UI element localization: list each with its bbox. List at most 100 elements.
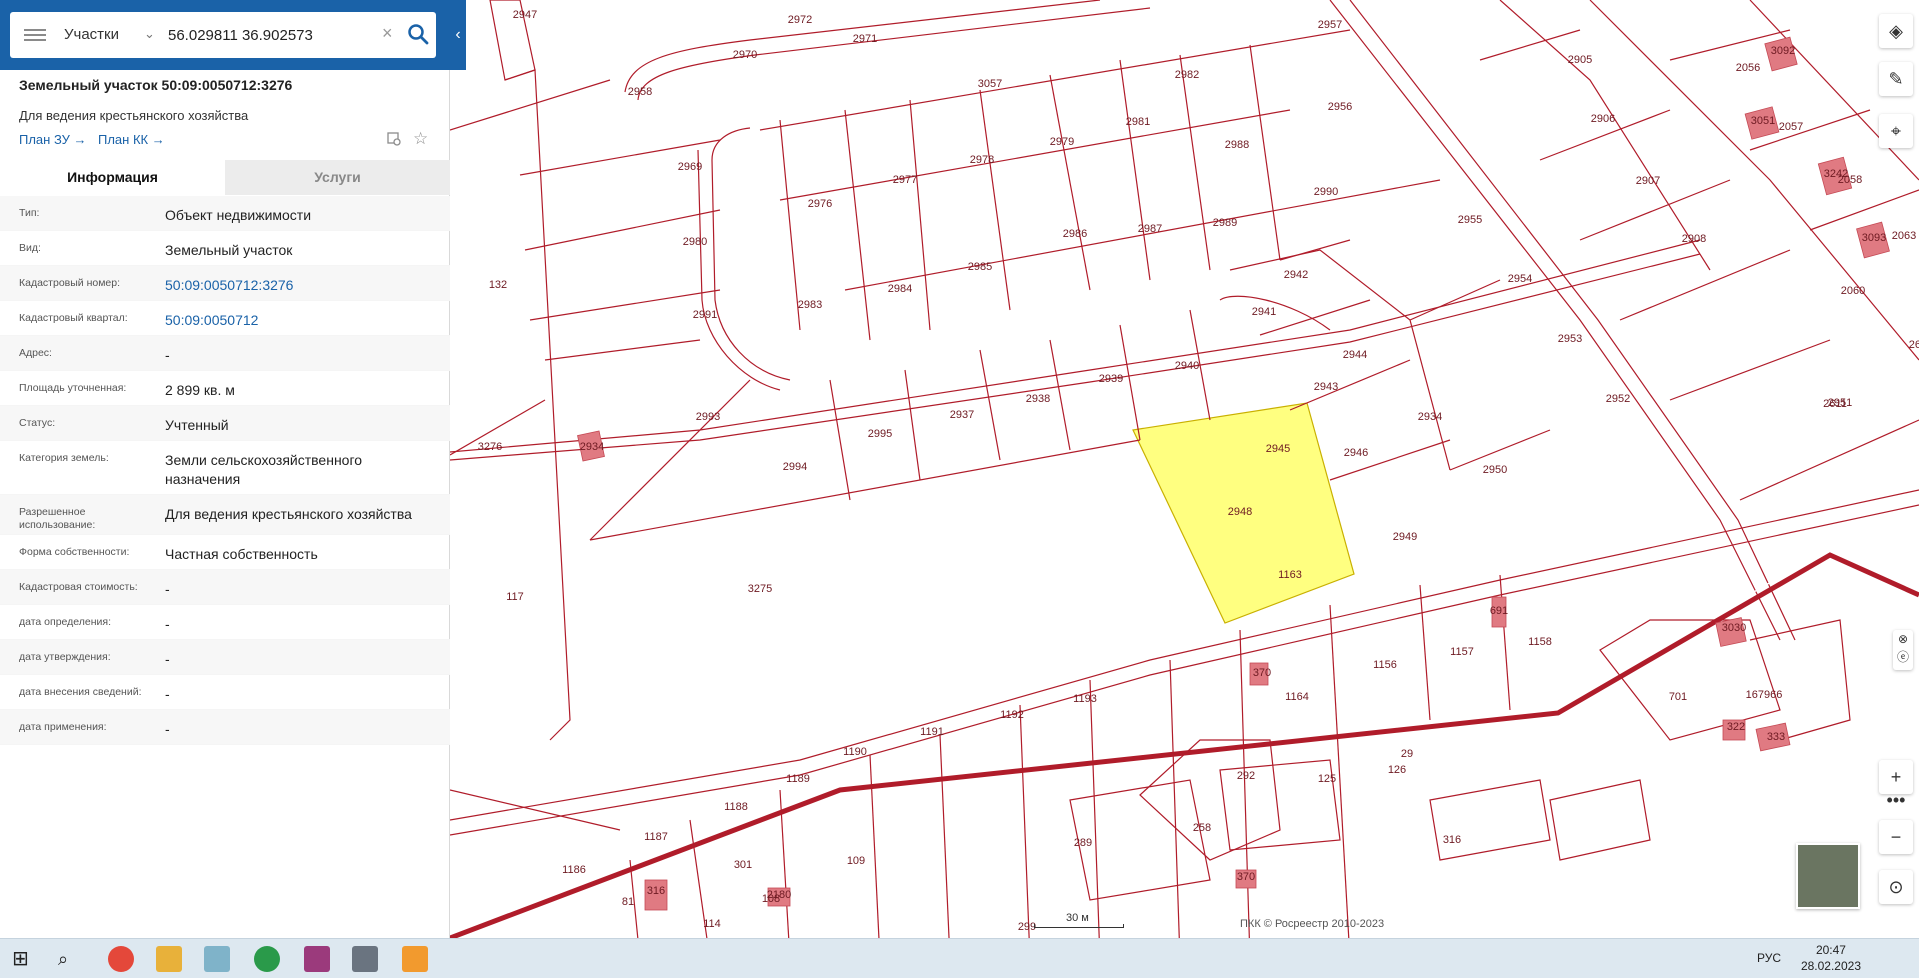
app-icon-5[interactable] [402, 946, 428, 972]
building-label[interactable]: 322 [1727, 721, 1745, 733]
building-label[interactable]: 333 [1767, 731, 1785, 743]
info-value-link[interactable]: 50:09:0050712 [146, 301, 450, 330]
clock[interactable]: 20:47 28.02.2023 [1801, 942, 1861, 974]
parcel-label[interactable]: 1193 [1073, 693, 1097, 705]
parcel-label[interactable]: 2977 [893, 174, 917, 186]
building-label[interactable]: 2180 [767, 889, 791, 901]
parcel-label[interactable]: 2994 [783, 461, 807, 473]
parcel-label[interactable]: 2957 [1318, 19, 1342, 31]
parcel-label[interactable]: 132 [489, 279, 507, 291]
parcel-label[interactable]: 2906 [1591, 113, 1615, 125]
parcel-label[interactable]: 289 [1074, 837, 1092, 849]
parcel-label[interactable]: 2949 [1393, 531, 1417, 543]
info-value-link[interactable]: 50:09:0050712:3276 [146, 266, 450, 295]
parcel-label[interactable]: 2955 [1458, 214, 1482, 226]
search-input[interactable] [168, 22, 378, 48]
parcel-label[interactable]: 2970 [733, 49, 757, 61]
parcel-label[interactable]: 2948 [1228, 506, 1252, 518]
parcel-label[interactable]: 2956 [1328, 101, 1352, 113]
parcel-label[interactable]: 1188 [724, 801, 748, 813]
chrome-icon[interactable] [108, 946, 134, 972]
search-mode-select[interactable]: Участки [64, 26, 119, 43]
parcel-label[interactable]: 1192 [1000, 709, 1024, 721]
building-label[interactable]: 316 [647, 885, 665, 897]
parcel-label[interactable]: 2942 [1284, 269, 1308, 281]
parcel-label[interactable]: 2950 [1483, 464, 1507, 476]
parcel-label[interactable]: 2905 [1568, 54, 1592, 66]
parcel-label[interactable]: 2907 [1636, 175, 1660, 187]
parcel-label[interactable]: 2946 [1344, 447, 1368, 459]
parcel-label[interactable]: 1157 [1450, 646, 1474, 658]
collapse-panel-icon[interactable]: ‹ [450, 24, 466, 46]
parcel-label[interactable]: 126 [1388, 764, 1406, 776]
layers-button[interactable]: ◈ [1879, 14, 1913, 48]
chevron-down-icon[interactable]: ⌄ [144, 26, 155, 42]
plan-zu-link[interactable]: План ЗУ → [19, 132, 87, 147]
parcel-label[interactable]: 2947 [513, 9, 537, 21]
parcel-label[interactable]: 1190 [843, 746, 867, 758]
parcel-label[interactable]: 2940 [1175, 360, 1199, 372]
parcel-label[interactable]: 301 [734, 859, 752, 871]
tab-info[interactable]: Информация [0, 160, 225, 195]
parcel-label[interactable]: 2954 [1508, 273, 1532, 285]
parcel-label[interactable]: 2908 [1682, 233, 1706, 245]
parcel-label[interactable]: 2944 [1343, 349, 1367, 361]
map-canvas[interactable]: 2947 2972 2970 2971 3057 2958 2982 2957 2969 2976… [450, 0, 1919, 938]
parcel-label[interactable]: 2980 [683, 236, 707, 248]
parcel-label[interactable]: 1191 [920, 726, 944, 738]
parcel-label[interactable]: 2952 [1606, 393, 1630, 405]
more-button[interactable]: ••• [1879, 790, 1913, 810]
parcel-label[interactable]: 2987 [1138, 223, 1162, 235]
parcel-label[interactable]: 292 [1237, 770, 1255, 782]
parcel-label[interactable]: 2981 [1126, 116, 1150, 128]
parcel-label[interactable]: 1164 [1285, 691, 1309, 703]
parcel-label[interactable]: 2941 [1252, 306, 1276, 318]
parcel-label[interactable]: 2943 [1314, 381, 1338, 393]
parcel-label[interactable]: 2972 [788, 14, 812, 26]
parcel-label[interactable]: 29 [1401, 748, 1413, 760]
parcel-label[interactable]: 2984 [888, 283, 912, 295]
building-label[interactable]: 3242 [1824, 168, 1848, 180]
hamburger-icon[interactable] [24, 26, 46, 44]
parcel-label[interactable]: 2969 [678, 161, 702, 173]
zoom-out-button[interactable]: − [1879, 820, 1913, 854]
parcel-label[interactable]: 2937 [950, 409, 974, 421]
parcel-label[interactable]: 316 [1443, 834, 1461, 846]
parcel-label[interactable]: 125 [1318, 773, 1336, 785]
clear-icon[interactable]: × [382, 23, 393, 44]
parcel-label[interactable]: 2060 [1841, 285, 1865, 297]
parcel-label[interactable]: 2951 [1828, 397, 1852, 409]
parcel-label[interactable]: 2988 [1225, 139, 1249, 151]
parcel-label[interactable]: 117 [506, 591, 524, 603]
app-icon-4[interactable] [352, 946, 378, 972]
parcel-label[interactable]: 109 [847, 855, 865, 867]
app-icon-1[interactable] [204, 946, 230, 972]
minimap-thumbnail[interactable] [1796, 843, 1860, 909]
parcel-label[interactable]: 2958 [628, 86, 652, 98]
parcel-label[interactable]: 2990 [1314, 186, 1338, 198]
parcel-label[interactable]: 167966 [1746, 689, 1783, 701]
building-label[interactable]: 691 [1490, 605, 1508, 617]
parcel-label[interactable]: 2993 [696, 411, 720, 423]
taskbar-search-icon[interactable]: ⌕ [58, 946, 84, 972]
parcel-label[interactable]: 2945 [1266, 443, 1290, 455]
parcel-label[interactable]: 3057 [978, 78, 1002, 90]
windows-start-icon[interactable]: ⊞ [12, 946, 38, 972]
search-icon[interactable] [406, 22, 430, 46]
parcel-label[interactable]: 2995 [868, 428, 892, 440]
parcel-label[interactable]: 2938 [1026, 393, 1050, 405]
parcel-label[interactable]: 2991 [693, 309, 717, 321]
parcel-label[interactable]: 2983 [798, 299, 822, 311]
parcel-label[interactable]: 1156 [1373, 659, 1397, 671]
parcel-label[interactable]: 2982 [1175, 69, 1199, 81]
favorite-star-icon[interactable]: ☆ [413, 129, 428, 149]
parcel-label[interactable]: 2986 [1063, 228, 1087, 240]
parcel-label[interactable]: 701 [1669, 691, 1687, 703]
parcel-label[interactable]: 2939 [1099, 373, 1123, 385]
zoom-in-button[interactable]: + [1879, 760, 1913, 794]
tab-services[interactable]: Услуги [225, 160, 450, 195]
parcel-label[interactable]: 81 [622, 896, 634, 908]
language-indicator[interactable]: РУС [1757, 951, 1781, 965]
parcel-label[interactable]: 3275 [748, 583, 772, 595]
parcel-label[interactable]: 1158 [1528, 636, 1552, 648]
